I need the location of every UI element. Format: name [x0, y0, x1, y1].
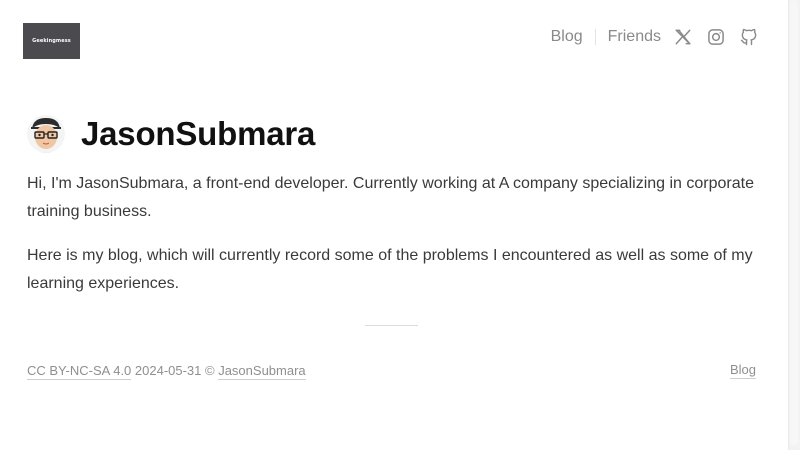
avatar-illustration: [27, 115, 65, 153]
blog-description-paragraph: Here is my blog, which will currently re…: [27, 247, 753, 292]
top-nav: Blog Friends: [551, 25, 760, 49]
footer-credits: CC BY-NC-SA 4.0 2024-05-31 © JasonSubmar…: [27, 363, 306, 380]
scrollbar[interactable]: [788, 0, 800, 450]
intro-paragraph: Hi, I'm JasonSubmara, a front-end develo…: [27, 175, 754, 220]
nav-blog-link[interactable]: Blog: [551, 28, 583, 46]
site-logo[interactable]: Geekingmess: [23, 23, 80, 59]
nav-divider: [594, 29, 596, 45]
footer: CC BY-NC-SA 4.0 2024-05-31 © JasonSubmar…: [27, 362, 756, 380]
avatar: [27, 115, 65, 153]
scrollbar-thumb[interactable]: [790, 0, 798, 445]
page: Geekingmess Blog Friends JasonSubmara Hi…: [0, 0, 788, 450]
instagram-icon[interactable]: [705, 26, 727, 48]
x-twitter-icon[interactable]: [672, 26, 694, 48]
author-link[interactable]: JasonSubmara: [218, 363, 306, 380]
nav-friends-link[interactable]: Friends: [608, 28, 661, 46]
license-link[interactable]: CC BY-NC-SA 4.0: [27, 363, 132, 380]
intro-content: Hi, I'm JasonSubmara, a front-end develo…: [27, 170, 762, 314]
github-icon[interactable]: [738, 26, 760, 48]
footer-blog-link[interactable]: Blog: [729, 362, 756, 379]
title-row: JasonSubmara: [27, 112, 315, 156]
footer-date: 2024-05-31 ©: [131, 363, 219, 378]
content-divider: [365, 325, 418, 326]
page-title: JasonSubmara: [81, 115, 316, 152]
logo-text: Geekingmess: [32, 38, 71, 44]
